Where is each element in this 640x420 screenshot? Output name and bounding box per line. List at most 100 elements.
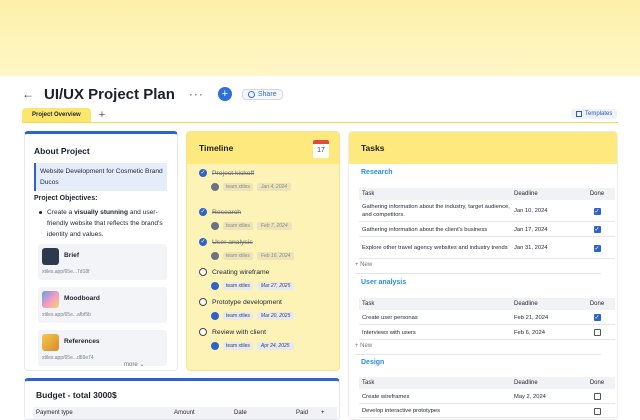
arrow-left-icon[interactable]: ←: [22, 87, 34, 101]
column-task: Task: [362, 380, 375, 386]
table-row[interactable]: Gathering information about the industry…: [359, 201, 615, 222]
done-cell: ✓: [579, 314, 615, 321]
timeline-meta: team xtiles Jan 4, 2024: [211, 183, 292, 191]
objective-bold: visually stunning: [74, 209, 128, 216]
section-title-design[interactable]: Design: [361, 359, 384, 366]
avatar: [211, 222, 219, 230]
due-date: Apr 24, 2025: [256, 342, 294, 350]
table-row[interactable]: Create user personas Feb 21, 2024 ✓: [359, 311, 615, 325]
task-name: Create wireframes: [362, 393, 410, 400]
due-date: Mar 20, 2025: [256, 312, 295, 320]
file-link[interactable]: xtiles.app/65e...7d18f: [42, 269, 90, 275]
table-row[interactable]: Explore other travel agency websites and…: [359, 238, 615, 259]
table-row[interactable]: Interviews with users Feb 6, 2024: [359, 326, 615, 340]
more-label: more: [124, 362, 138, 368]
due-date: Feb 16, 2024: [256, 252, 295, 260]
timeline-item-label: User analysis: [212, 238, 253, 246]
file-brief[interactable]: Brief xtiles.app/65e...7d18f: [38, 244, 167, 280]
section-title-research[interactable]: Research: [361, 169, 393, 176]
file-references[interactable]: References xtiles.app/65e...d89e74: [38, 330, 167, 366]
table-row[interactable]: Create wireframes May 2, 2024: [359, 390, 615, 404]
due-date: Mar 27, 2025: [256, 282, 295, 290]
add-column-button[interactable]: +: [321, 410, 337, 416]
done-checkbox[interactable]: [593, 329, 601, 336]
about-project-card: About Project Website Development for Co…: [24, 131, 178, 371]
table-header: Task Deadline Done: [359, 188, 615, 200]
file-moodboard[interactable]: Moodboard xtiles.app/65e...afbf5b: [38, 287, 167, 323]
column-task: Task: [362, 301, 375, 307]
budget-card: Budget - total 3000$ Payment type Amount…: [24, 378, 340, 420]
templates-label: Templates: [585, 111, 613, 117]
objective-pre: Create a: [47, 209, 75, 216]
assignee: team xtiles: [223, 312, 253, 320]
more-options-icon[interactable]: ···: [189, 87, 204, 101]
table-row[interactable]: Gathering information about the client's…: [359, 223, 615, 237]
avatar: [211, 183, 219, 191]
assignee: team xtiles: [223, 222, 253, 230]
share-button[interactable]: Share: [241, 88, 283, 100]
tab-underline: [22, 122, 618, 123]
timeline-meta: team xtiles Feb 7, 2024: [211, 222, 292, 230]
status-circle[interactable]: [199, 268, 207, 276]
column-done: Done: [589, 380, 605, 386]
column-done: Done: [589, 191, 605, 197]
done-cell: [579, 329, 615, 336]
file-link[interactable]: xtiles.app/65e...d89e74: [42, 355, 94, 361]
add-tab-button[interactable]: +: [99, 108, 105, 122]
done-checkbox[interactable]: ✓: [593, 207, 601, 215]
done-checkbox[interactable]: ✓: [593, 226, 601, 233]
templates-button[interactable]: Templates: [571, 109, 618, 119]
objectives-title: Project Objectives:: [34, 195, 98, 202]
status-circle[interactable]: [199, 328, 207, 336]
column-deadline: Deadline: [514, 191, 538, 197]
timeline-title: Timeline: [199, 143, 234, 153]
add-button[interactable]: +: [217, 87, 232, 101]
check-icon[interactable]: ✓: [199, 169, 207, 177]
done-checkbox[interactable]: ✓: [593, 314, 601, 321]
done-cell: ✓: [579, 226, 615, 233]
done-checkbox[interactable]: [593, 407, 601, 415]
check-icon[interactable]: ✓: [199, 238, 207, 246]
page-header: ← UI/UX Project Plan ··· + Share: [22, 85, 283, 103]
new-row-button[interactable]: + New: [355, 343, 372, 349]
column-deadline: Deadline: [514, 301, 538, 307]
timeline-item[interactable]: ✓ Research: [199, 208, 241, 216]
timeline-item[interactable]: ✓ User analysis: [199, 238, 253, 246]
timeline-item[interactable]: Creating wireframe: [199, 268, 269, 276]
section-title-user-analysis[interactable]: User analysis: [361, 279, 406, 286]
timeline-item[interactable]: Prototype development: [199, 298, 282, 306]
done-checkbox[interactable]: ✓: [593, 244, 601, 252]
new-label: New: [360, 343, 373, 349]
task-name: Interviews with users: [362, 329, 416, 336]
done-cell: ✓: [579, 207, 615, 215]
done-cell: [579, 393, 615, 400]
more-button[interactable]: more ⌄: [124, 361, 144, 368]
done-cell: [579, 407, 615, 415]
task-name: Develop interactive prototypes: [362, 408, 440, 414]
templates-icon: [576, 111, 582, 117]
budget-title: Budget - total 3000$: [36, 390, 117, 400]
avatar: [211, 282, 219, 290]
timeline-meta: team xtiles Apr 24, 2025: [211, 342, 294, 350]
column-paid: Paid: [296, 410, 309, 416]
tasks-card: Tasks Research Task Deadline Done Gather…: [348, 131, 618, 420]
check-icon[interactable]: ✓: [199, 208, 207, 216]
timeline-item[interactable]: Review with client: [199, 328, 266, 336]
column-task: Task: [362, 191, 375, 197]
avatar: [211, 342, 219, 350]
file-link[interactable]: xtiles.app/65e...afbf5b: [42, 312, 91, 318]
top-banner: [0, 0, 640, 76]
objective-text: Create a visually stunning and user-frie…: [47, 207, 169, 240]
status-circle[interactable]: [199, 298, 207, 306]
new-label: New: [360, 262, 373, 268]
done-checkbox[interactable]: [593, 393, 601, 400]
tab-project-overview[interactable]: Project Overview: [22, 108, 91, 122]
page-title: UI/UX Project Plan: [44, 85, 175, 103]
new-row-button[interactable]: + New: [355, 262, 372, 268]
task-name: Create user personas: [362, 314, 418, 321]
table-row[interactable]: Develop interactive prototypes: [359, 405, 615, 418]
column-deadline: Deadline: [514, 380, 538, 386]
timeline-item[interactable]: ✓ Project kickoff: [199, 169, 254, 177]
column-done: Done: [589, 301, 605, 307]
file-name: Moodboard: [64, 295, 100, 302]
